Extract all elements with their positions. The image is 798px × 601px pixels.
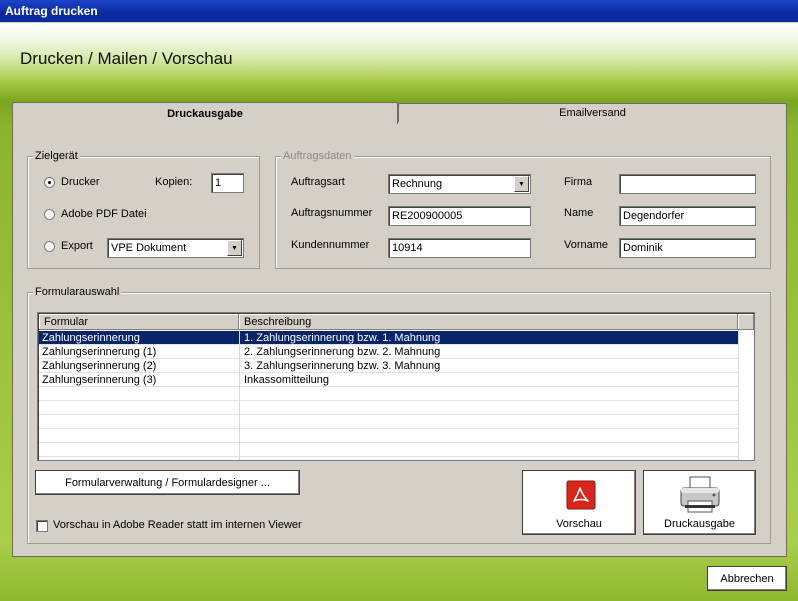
- auftragsdaten-group: Auftragsdaten Auftragsart Rechnung ▼ Auf…: [275, 150, 771, 269]
- radio-pdf[interactable]: [44, 209, 55, 220]
- table-row-empty: [39, 415, 739, 429]
- vorschau-adobe-label: Vorschau in Adobe Reader statt im intern…: [53, 519, 302, 531]
- firma-input[interactable]: [619, 174, 756, 194]
- row-beschreibung: Inkassomitteilung: [244, 374, 329, 386]
- vorschau-button-label: Vorschau: [556, 518, 602, 530]
- firma-label: Firma: [564, 176, 593, 188]
- table-row-empty: [39, 401, 739, 415]
- table-row[interactable]: Zahlungserinnerung 1. Zahlungserinnerung…: [39, 331, 739, 345]
- vorschau-button[interactable]: Vorschau: [522, 470, 636, 535]
- table-row[interactable]: Zahlungserinnerung (2) 3. Zahlungserinne…: [39, 359, 739, 373]
- kundennummer-label: Kundennummer: [291, 239, 370, 251]
- chevron-down-icon[interactable]: ▼: [514, 176, 529, 192]
- export-select[interactable]: VPE Dokument ▼: [107, 238, 244, 258]
- table-row[interactable]: Zahlungserinnerung (3) Inkassomitteilung: [39, 373, 739, 387]
- vorschau-adobe-checkbox[interactable]: [36, 520, 48, 532]
- row-beschreibung: 2. Zahlungserinnerung bzw. 2. Mahnung: [244, 346, 441, 358]
- druckausgabe-button-label: Druckausgabe: [664, 518, 735, 530]
- auftragsnummer-label: Auftragsnummer: [291, 207, 373, 219]
- column-header-spacer: [738, 314, 754, 330]
- row-formular: Zahlungserinnerung: [42, 332, 140, 344]
- window-title: Auftrag drucken: [0, 0, 798, 22]
- auftragsdaten-legend: Auftragsdaten: [281, 150, 354, 162]
- vorname-label: Vorname: [564, 239, 609, 251]
- table-row-empty: [39, 443, 739, 457]
- column-divider: [738, 330, 739, 460]
- export-label: Export: [61, 240, 93, 252]
- pdf-label: Adobe PDF Datei: [61, 208, 147, 220]
- column-header-beschreibung[interactable]: Beschreibung: [239, 314, 738, 330]
- auftragsart-select-value: Rechnung: [392, 178, 443, 190]
- auftragsart-label: Auftragsart: [291, 176, 345, 188]
- druckausgabe-button[interactable]: Druckausgabe: [643, 470, 756, 535]
- table-row[interactable]: Zahlungserinnerung (1) 2. Zahlungserinne…: [39, 345, 739, 359]
- auftragsart-select[interactable]: Rechnung ▼: [388, 174, 531, 194]
- drucker-label: Drucker: [61, 176, 100, 188]
- kundennummer-input[interactable]: 10914: [388, 238, 531, 258]
- row-formular: Zahlungserinnerung (3): [42, 374, 157, 386]
- chevron-down-icon[interactable]: ▼: [227, 240, 242, 256]
- printer-icon: [680, 476, 720, 513]
- export-select-value: VPE Dokument: [111, 242, 187, 254]
- tab-druckausgabe[interactable]: Druckausgabe: [12, 102, 398, 124]
- formularauswahl-legend: Formularauswahl: [33, 286, 122, 298]
- column-header-formular[interactable]: Formular: [39, 314, 239, 330]
- name-label: Name: [564, 207, 594, 219]
- radio-export[interactable]: [44, 241, 55, 252]
- row-formular: Zahlungserinnerung (1): [42, 346, 157, 358]
- kopien-input[interactable]: 1: [211, 173, 244, 193]
- row-formular: Zahlungserinnerung (2): [42, 360, 157, 372]
- abbrechen-button[interactable]: Abbrechen: [707, 566, 787, 591]
- row-beschreibung: 3. Zahlungserinnerung bzw. 3. Mahnung: [244, 360, 441, 372]
- table-row-empty: [39, 429, 739, 443]
- formularverwaltung-button[interactable]: Formularverwaltung / Formulardesigner ..…: [35, 470, 300, 495]
- tab-emailversand[interactable]: Emailversand: [398, 103, 787, 122]
- name-input[interactable]: Degendorfer: [619, 206, 756, 226]
- auftragsnummer-input[interactable]: RE200900005: [388, 206, 531, 226]
- page-title: Drucken / Mailen / Vorschau: [20, 49, 233, 68]
- zielgeraet-legend: Zielgerät: [33, 150, 80, 162]
- row-beschreibung: 1. Zahlungserinnerung bzw. 1. Mahnung: [244, 332, 441, 344]
- table-row-empty: [39, 387, 739, 401]
- pdf-icon: [566, 480, 596, 510]
- header-band: Drucken / Mailen / Vorschau: [0, 22, 798, 100]
- zielgeraet-group: Zielgerät Drucker Kopien: 1 Adobe PDF Da…: [27, 150, 260, 269]
- formular-list[interactable]: Formular Beschreibung Zahlungserinnerung…: [37, 312, 755, 461]
- vorname-input[interactable]: Dominik: [619, 238, 756, 258]
- kopien-label: Kopien:: [155, 176, 193, 188]
- column-divider: [239, 330, 240, 460]
- radio-drucker[interactable]: [44, 177, 55, 188]
